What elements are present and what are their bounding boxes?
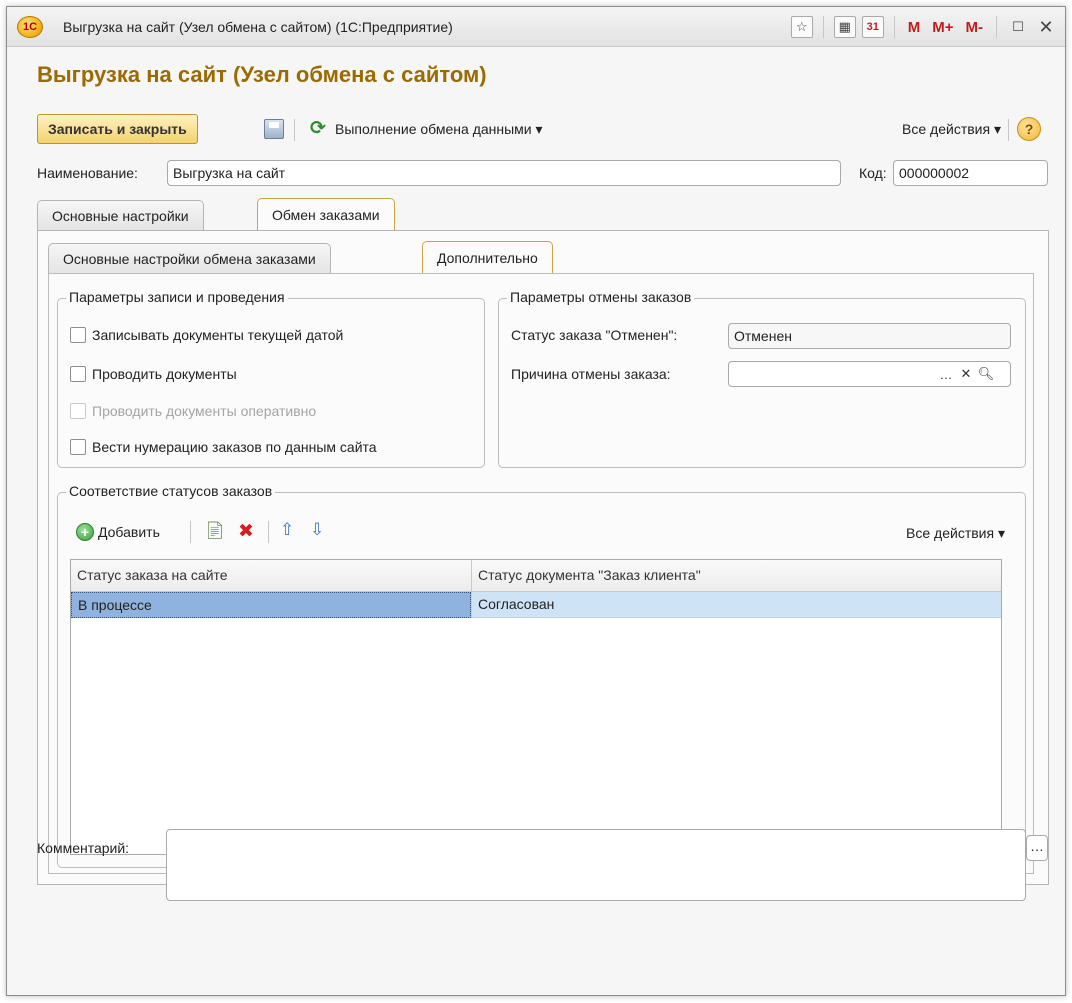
cancel-params-group: Параметры отмены заказов Статус заказа "…	[498, 289, 1026, 468]
favorites-icon[interactable]: ☆	[790, 16, 813, 38]
cell-doc-status[interactable]: Согласован	[471, 592, 1003, 618]
tab-main-settings[interactable]: Основные настройки	[37, 200, 204, 230]
exchange-icon[interactable]: ⟳	[310, 117, 326, 140]
option-site-numbering[interactable]: Вести нумерацию заказов по данным сайта	[70, 439, 377, 455]
cancel-reason-buttons: … ✕ 🔍︎	[937, 365, 995, 383]
memory-plus-button[interactable]: M+	[929, 16, 956, 38]
calendar-icon[interactable]: 31	[861, 16, 884, 38]
comment-field[interactable]	[166, 829, 1026, 901]
statuses-group: Соответствие статусов заказов + Добавить…	[57, 483, 1026, 868]
table-row[interactable]: В процессе Согласован	[71, 592, 1001, 618]
cancel-reason-label: Причина отмены заказа:	[511, 366, 671, 382]
order-exchange-panel: Основные настройки обмена заказами Допол…	[37, 230, 1049, 885]
option-label: Вести нумерацию заказов по данным сайта	[92, 439, 377, 455]
option-label: Записывать документы текущей датой	[92, 327, 344, 343]
all-actions-menu[interactable]: Все действия ▾	[902, 121, 1001, 138]
table-header: Статус заказа на сайте Статус документа …	[71, 560, 1001, 592]
table-all-actions-menu[interactable]: Все действия ▾	[906, 525, 1005, 542]
tab-order-exchange[interactable]: Обмен заказами	[257, 198, 395, 230]
title-bar: 1С Выгрузка на сайт (Узел обмена с сайто…	[7, 7, 1065, 47]
statuses-title: Соответствие статусов заказов	[66, 483, 276, 499]
save-and-close-button[interactable]: Записать и закрыть	[37, 114, 198, 144]
checkbox-post-operatively	[70, 403, 86, 419]
toolbar-separator	[294, 119, 295, 141]
add-button[interactable]: + Добавить	[76, 523, 160, 541]
copy-icon[interactable]: 📄︎	[204, 521, 226, 541]
form-title: Выгрузка на сайт (Узел обмена с сайтом)	[37, 62, 487, 87]
checkbox-post-documents[interactable]	[70, 366, 86, 382]
checkbox-current-date[interactable]	[70, 327, 86, 343]
cancel-params-title: Параметры отмены заказов	[507, 289, 695, 305]
cancel-status-label: Статус заказа "Отменен":	[511, 327, 678, 343]
tab-additional[interactable]: Дополнительно	[422, 241, 553, 273]
clear-icon[interactable]: ✕	[957, 365, 975, 383]
delete-icon[interactable]: ✖	[238, 520, 254, 543]
title-tools: ☆ ▦ 31 M M+ M- ☐ ✕	[790, 7, 1057, 47]
option-current-date[interactable]: Записывать документы текущей датой	[70, 327, 343, 343]
table-toolbar-separator	[190, 521, 191, 543]
tab-order-exchange-main[interactable]: Основные настройки обмена заказами	[48, 243, 331, 273]
search-icon[interactable]: 🔍︎	[977, 365, 995, 383]
memory-minus-button[interactable]: M-	[963, 16, 987, 38]
close-icon[interactable]: ✕	[1035, 16, 1057, 38]
move-up-icon[interactable]: ⇧	[280, 520, 294, 540]
code-field[interactable]: 000000002	[893, 160, 1048, 186]
help-icon[interactable]: ?	[1017, 117, 1041, 141]
exchange-menu-button[interactable]: Выполнение обмена данными ▾	[335, 121, 543, 138]
option-post-documents[interactable]: Проводить документы	[70, 366, 237, 382]
checkbox-site-numbering[interactable]	[70, 439, 86, 455]
column-header-doc-status[interactable]: Статус документа "Заказ клиента"	[471, 560, 1003, 592]
record-params-title: Параметры записи и проведения	[66, 289, 288, 305]
name-field[interactable]: Выгрузка на сайт	[167, 160, 841, 186]
app-logo-icon[interactable]: 1С	[17, 15, 43, 38]
move-down-icon[interactable]: ⇩	[310, 520, 324, 540]
additional-panel: Параметры записи и проведения Записывать…	[48, 273, 1034, 874]
title-separator	[996, 16, 997, 38]
option-label: Проводить документы оперативно	[92, 403, 317, 419]
name-label: Наименование:	[37, 165, 138, 181]
calculator-icon[interactable]: ▦	[833, 16, 856, 38]
table-toolbar-separator	[268, 521, 269, 543]
form-toolbar: Записать и закрыть ⟳ Выполнение обмена д…	[37, 114, 1047, 146]
cell-site-status[interactable]: В процессе	[71, 592, 471, 618]
maximize-icon[interactable]: ☐	[1007, 16, 1029, 38]
title-separator	[893, 16, 895, 38]
comment-label: Комментарий:	[37, 840, 130, 856]
cancel-status-field[interactable]: Отменен	[728, 323, 1011, 349]
code-label: Код:	[859, 165, 887, 181]
toolbar-separator	[1008, 119, 1009, 141]
title-separator	[822, 16, 824, 38]
save-icon[interactable]	[264, 119, 284, 139]
select-ellipsis-icon[interactable]: …	[937, 365, 955, 383]
window-title: Выгрузка на сайт (Узел обмена с сайтом) …	[63, 18, 453, 35]
add-icon: +	[76, 523, 94, 541]
option-label: Проводить документы	[92, 366, 237, 382]
record-params-group: Параметры записи и проведения Записывать…	[57, 289, 485, 468]
comment-ellipsis-button[interactable]: …	[1026, 835, 1048, 861]
memory-m-button[interactable]: M	[905, 16, 924, 38]
option-post-operatively: Проводить документы оперативно	[70, 403, 316, 419]
main-window: 1С Выгрузка на сайт (Узел обмена с сайто…	[6, 6, 1066, 996]
statuses-table[interactable]: Статус заказа на сайте Статус документа …	[70, 559, 1002, 855]
column-header-site-status[interactable]: Статус заказа на сайте	[71, 560, 471, 592]
add-label: Добавить	[98, 524, 160, 540]
